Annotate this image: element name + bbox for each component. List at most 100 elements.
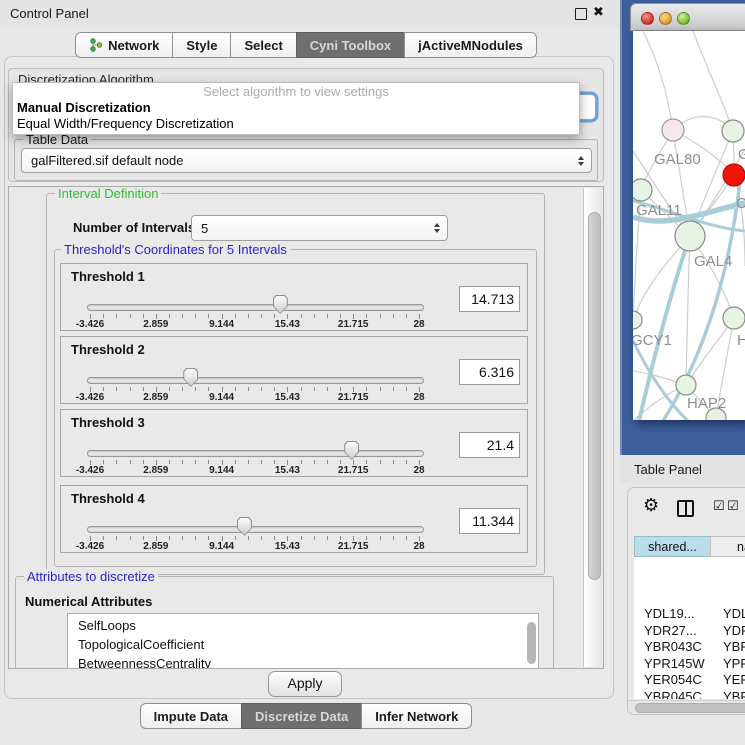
dropdown-option-equal-width-frequency[interactable]: Equal Width/Frequency Discretization [13, 116, 579, 131]
table-data-value: galFiltered.sif default node [31, 153, 183, 168]
tick-mark [208, 314, 209, 318]
tick-mark [366, 314, 367, 318]
panel-scrollbar-thumb[interactable] [588, 212, 601, 580]
tick-mark [261, 460, 262, 464]
list-scrollbar-thumb[interactable] [527, 622, 536, 664]
tab-impute-data[interactable]: Impute Data [140, 703, 242, 729]
cell-shared-name[interactable]: YDL19... [644, 606, 695, 621]
minimize-traffic-light[interactable] [659, 12, 672, 25]
threshold-value-input[interactable] [459, 432, 520, 458]
table-row[interactable]: YDL19... YDL1 [634, 606, 745, 623]
threshold-value-input[interactable] [459, 286, 520, 312]
network-node-hap2[interactable] [676, 375, 696, 395]
slider-thumb[interactable] [273, 295, 288, 314]
attribute-item-topologicalcoefficient[interactable]: TopologicalCoefficient [78, 637, 204, 656]
tick-mark [116, 460, 117, 464]
cell-name[interactable]: YDL1 [723, 606, 745, 621]
cell-shared-name[interactable]: YDR27... [644, 623, 697, 638]
tab-infer-network[interactable]: Infer Network [361, 703, 472, 729]
network-node-gal4[interactable] [675, 221, 705, 251]
tab-cyni-toolbox[interactable]: Cyni Toolbox [296, 32, 405, 58]
checkbox-icon[interactable]: ☑ [713, 500, 725, 513]
slider-track[interactable] [87, 450, 424, 457]
network-node-gal80[interactable] [662, 119, 684, 141]
attribute-item-selfloops[interactable]: SelfLoops [78, 618, 136, 637]
tick-mark [235, 460, 236, 464]
network-edge[interactable] [693, 31, 733, 131]
tick-mark [248, 314, 249, 318]
cell-shared-name[interactable]: YBR045C [644, 689, 702, 700]
cell-name[interactable]: YPR1 [723, 656, 745, 671]
tab-label: Network [108, 38, 159, 53]
slider-thumb[interactable] [183, 368, 198, 387]
table-data-combobox[interactable]: galFiltered.sif default node [21, 148, 592, 173]
node-label: GCY1 [633, 332, 672, 349]
tab-network[interactable]: Network [75, 32, 173, 58]
tick-mark [314, 387, 315, 391]
cell-name[interactable]: YBR0 [723, 689, 745, 700]
tick-mark [340, 536, 341, 540]
tab-select[interactable]: Select [230, 32, 296, 58]
threshold-value-input[interactable] [459, 508, 520, 534]
table-scrollbar-thumb[interactable] [635, 703, 745, 713]
checkbox-icon[interactable]: ☑ [727, 500, 739, 513]
table-panel-titlebar: Table Panel [620, 455, 745, 483]
panel-scrollbar[interactable] [583, 188, 603, 667]
network-window-titlebar[interactable] [630, 3, 745, 31]
network-edge[interactable] [686, 236, 690, 385]
slider-track[interactable] [87, 377, 424, 384]
network-edge[interactable] [686, 318, 734, 385]
tab-discretize-data[interactable]: Discretize Data [241, 703, 362, 729]
table-row[interactable]: YBR045C YBR0 [634, 689, 745, 700]
table-row[interactable]: YPR145W YPR1 [634, 656, 745, 673]
bottom-tab-bar: Impute Data Discretize Data Infer Network [0, 703, 612, 729]
network-node-c[interactable] [723, 164, 745, 186]
slider-thumb[interactable] [344, 441, 359, 460]
threshold-label: Threshold 3 [71, 415, 145, 430]
cell-name[interactable]: YBR0 [723, 639, 745, 654]
threshold-value-input[interactable] [459, 359, 520, 385]
tab-label: Discretize Data [255, 709, 348, 724]
tab-style[interactable]: Style [172, 32, 231, 58]
scale-label: -3.426 [76, 541, 104, 552]
cell-shared-name[interactable]: YBR043C [644, 639, 702, 654]
zoom-traffic-light[interactable] [677, 12, 690, 25]
table-row[interactable]: YDR27... YDR2 [634, 623, 745, 640]
scale-label: 28 [413, 392, 424, 403]
dropdown-option-manual-discretization[interactable]: Manual Discretization [13, 100, 579, 115]
network-view-canvas[interactable]: GAL80GACGAL11GAL4GCY1HHAP2 [633, 31, 745, 420]
tick-mark [143, 460, 144, 464]
number-of-intervals-combobox[interactable]: 5 [191, 215, 448, 241]
scale-label: 9.144 [209, 392, 234, 403]
gear-icon[interactable]: ⚙ [643, 497, 659, 515]
attribute-item-betweennesscentrality[interactable]: BetweennessCentrality [78, 656, 211, 669]
apply-button[interactable]: Apply [268, 671, 342, 697]
split-columns-icon[interactable] [677, 500, 694, 517]
column-header-name[interactable]: na [710, 536, 745, 557]
table-row[interactable]: YBR043C YBR0 [634, 639, 745, 656]
cell-name[interactable]: YER0 [723, 672, 745, 687]
tick-mark [393, 387, 394, 391]
list-scrollbar[interactable] [527, 616, 537, 669]
table-horizontal-scrollbar[interactable] [628, 700, 745, 713]
network-node-gal11[interactable] [633, 179, 652, 201]
network-edge[interactable] [643, 31, 673, 130]
slider-track[interactable] [87, 526, 424, 533]
close-icon[interactable]: ✖ [593, 5, 604, 20]
scale-label: 2.859 [143, 392, 168, 403]
cell-shared-name[interactable]: YER054C [644, 672, 702, 687]
cell-shared-name[interactable]: YPR145W [644, 656, 705, 671]
network-node-ga[interactable] [722, 120, 744, 142]
tick-mark [327, 536, 328, 540]
column-header-shared-name[interactable]: shared... [634, 536, 711, 557]
float-panel-icon[interactable] [575, 8, 587, 20]
table-row[interactable]: YER054C YER0 [634, 672, 745, 689]
close-traffic-light[interactable] [641, 12, 654, 25]
network-node-gcy1[interactable] [633, 311, 642, 329]
tick-mark [103, 460, 104, 464]
network-node-h[interactable] [723, 307, 745, 329]
slider-thumb[interactable] [237, 517, 252, 536]
cell-name[interactable]: YDR2 [723, 623, 745, 638]
slider-track[interactable] [87, 304, 424, 311]
tab-jactivemnodules[interactable]: jActiveMNodules [404, 32, 537, 58]
